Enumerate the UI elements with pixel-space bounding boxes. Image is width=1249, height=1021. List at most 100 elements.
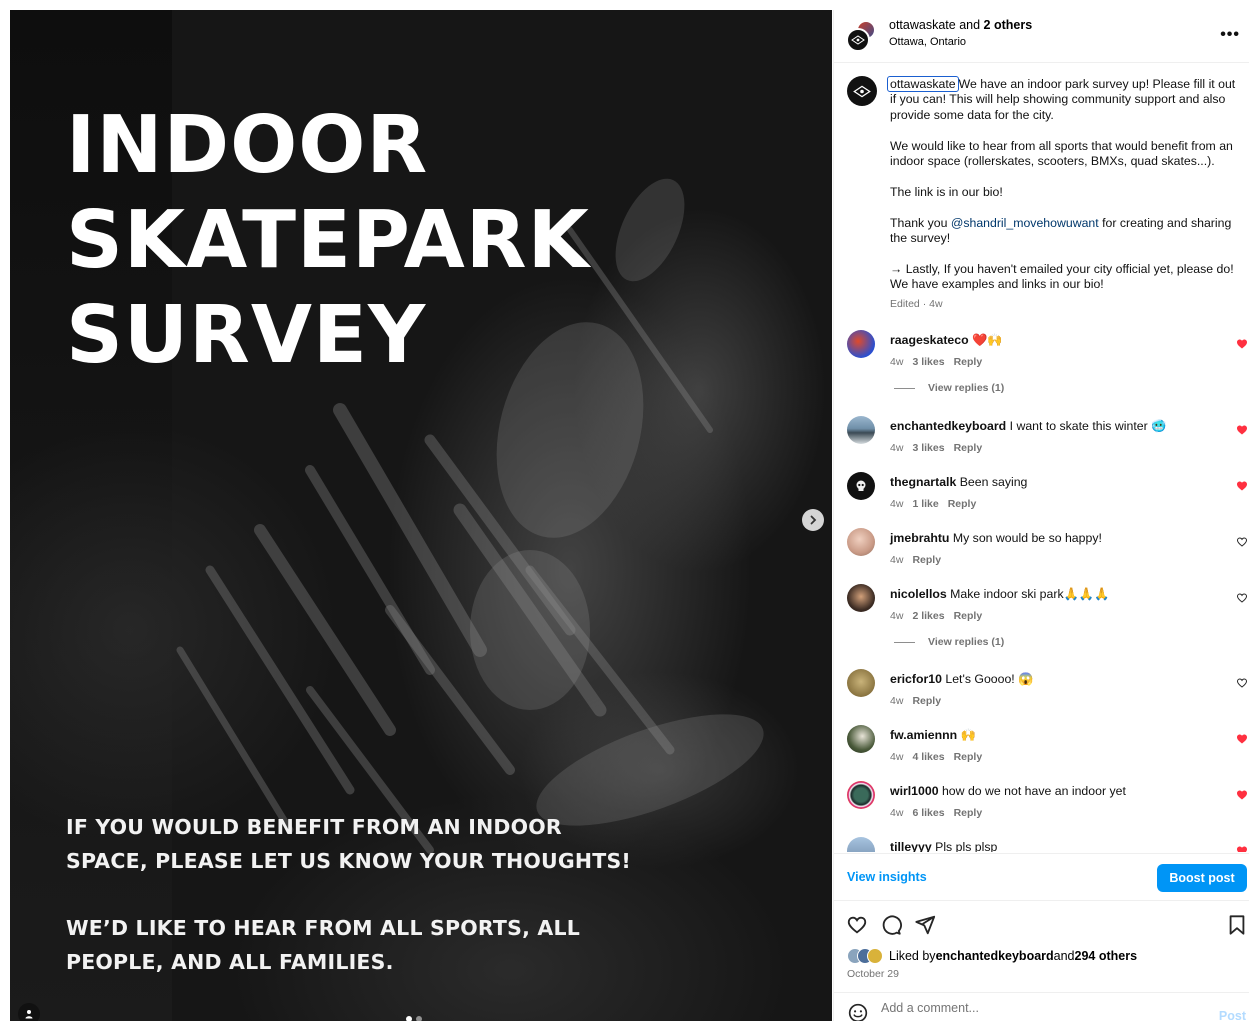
comment-likes[interactable]: 1 like <box>912 498 938 510</box>
comment-input[interactable] <box>881 1001 1181 1015</box>
avatar[interactable] <box>847 837 875 852</box>
tagged-users-button[interactable] <box>18 1003 40 1021</box>
post-comment-button[interactable]: Post <box>1219 1009 1246 1021</box>
comment-likes[interactable]: 4 likes <box>912 751 944 763</box>
comment-username[interactable]: nicolellos <box>890 587 947 601</box>
avatar[interactable] <box>847 669 875 697</box>
heart-filled-icon[interactable] <box>1236 845 1248 852</box>
add-comment-bar: Post <box>834 992 1249 1021</box>
avatar <box>867 948 883 964</box>
comment-meta: 4w Reply <box>890 554 950 566</box>
reply-button[interactable]: Reply <box>912 554 941 566</box>
avatar[interactable] <box>847 416 875 444</box>
reply-button[interactable]: Reply <box>912 695 941 707</box>
header-others[interactable]: 2 others <box>984 18 1033 32</box>
avatar[interactable] <box>847 76 877 106</box>
carousel-next-button[interactable] <box>802 509 824 531</box>
comment-meta: 4w 2 likes Reply <box>890 610 991 622</box>
emoji-smiley-icon[interactable] <box>848 1003 868 1021</box>
heart-outline-icon[interactable] <box>1236 677 1248 689</box>
user-icon <box>25 1010 33 1019</box>
reply-button[interactable]: Reply <box>954 356 983 368</box>
caption-paragraph: We would like to hear from all sports th… <box>890 138 1233 169</box>
reply-button[interactable]: Reply <box>948 498 977 510</box>
comment-bubble-icon[interactable] <box>880 914 902 936</box>
avatar[interactable] <box>847 472 875 500</box>
subtext-sports: WE’D LIKE TO HEAR FROM ALL SPORTS, ALL P… <box>66 911 580 979</box>
post-side-panel: ottawaskate and 2 others Ottawa, Ontario… <box>833 10 1249 1021</box>
comment-username[interactable]: raageskateco <box>890 333 969 347</box>
caption-username[interactable]: ottawaskate <box>887 76 959 92</box>
comment-text: fw.amiennn 🙌 <box>890 728 1220 743</box>
comment-likes[interactable]: 3 likes <box>912 442 944 454</box>
view-replies-button[interactable]: View replies (1) <box>894 382 1004 394</box>
caption-mention[interactable]: @shandril_movehowuwant <box>951 216 1099 230</box>
likes-others[interactable]: 294 others <box>1075 949 1138 963</box>
heart-filled-icon[interactable] <box>1236 424 1248 436</box>
comment-time: 4w <box>890 356 904 368</box>
comment-username[interactable]: tilleyyy <box>890 840 932 852</box>
comment-meta: 4w 3 likes Reply <box>890 442 991 454</box>
heart-outline-icon[interactable] <box>1236 592 1248 604</box>
comment-meta: 4w Reply <box>890 695 950 707</box>
comment-likes[interactable]: 3 likes <box>912 356 944 368</box>
comments-scroll-area[interactable]: ottawaskate We have an indoor park survey… <box>834 64 1249 852</box>
comment-username[interactable]: wirl1000 <box>890 784 939 798</box>
heart-filled-icon[interactable] <box>1236 733 1248 745</box>
more-options-button[interactable]: ••• <box>1220 26 1240 44</box>
comment-likes[interactable]: 6 likes <box>912 807 944 819</box>
comment-time: 4w <box>890 442 904 454</box>
view-replies-label: View replies (1) <box>928 636 1005 648</box>
carousel-dot <box>416 1016 422 1021</box>
comment-username[interactable]: enchantedkeyboard <box>890 419 1006 433</box>
avatar[interactable] <box>847 330 875 358</box>
insights-bar: View insights Boost post <box>834 853 1249 901</box>
comment-body: how do we not have an indoor yet <box>941 784 1126 798</box>
collab-avatars[interactable] <box>846 20 878 52</box>
headline-line: SKATEPARK <box>66 194 590 286</box>
heart-filled-icon[interactable] <box>1236 338 1248 350</box>
reply-button[interactable]: Reply <box>954 751 983 763</box>
comment-text: nicolellos Make indoor ski park🙏🙏🙏 <box>890 587 1220 602</box>
caption-paragraph: Thank you @shandril_movehowuwant for cre… <box>890 216 1240 247</box>
comment-username[interactable]: fw.amiennn <box>890 728 957 742</box>
comment-meta: 4w 4 likes Reply <box>890 751 991 763</box>
comment-time: 4w <box>890 610 904 622</box>
reply-button[interactable]: Reply <box>954 807 983 819</box>
likes-summary[interactable]: Liked by enchantedkeyboard and 294 other… <box>847 948 1137 964</box>
heart-filled-icon[interactable] <box>1236 789 1248 801</box>
subtext-line: PEOPLE, AND ALL FAMILIES. <box>66 950 394 974</box>
bookmark-icon[interactable] <box>1226 914 1248 936</box>
reply-button[interactable]: Reply <box>954 442 983 454</box>
avatar[interactable] <box>847 584 875 612</box>
likes-user[interactable]: enchantedkeyboard <box>936 949 1054 963</box>
share-send-icon[interactable] <box>914 914 936 936</box>
comment-username[interactable]: jmebrahtu <box>890 531 949 545</box>
header-location[interactable]: Ottawa, Ontario <box>889 36 966 48</box>
heart-outline-icon[interactable] <box>1236 536 1248 548</box>
header-username[interactable]: ottawaskate <box>889 18 956 32</box>
heart-outline-icon[interactable] <box>846 914 868 936</box>
post-image[interactable]: INDOOR SKATEPARK SURVEY IF YOU WOULD BEN… <box>10 10 832 1021</box>
subtext-line: SPACE, PLEASE LET US KNOW YOUR THOUGHTS! <box>66 849 631 873</box>
headline: INDOOR SKATEPARK SURVEY <box>66 98 590 383</box>
header-usernames[interactable]: ottawaskate and 2 others <box>889 18 1032 32</box>
caption-paragraph: → Lastly, If you haven't emailed your ci… <box>890 261 1234 292</box>
avatar[interactable] <box>847 781 875 809</box>
avatar[interactable] <box>847 725 875 753</box>
comment-text: ericfor10 Let's Goooo! 😱 <box>890 672 1220 687</box>
comment-username[interactable]: thegnartalk <box>890 475 956 489</box>
heart-filled-icon[interactable] <box>1236 480 1248 492</box>
view-replies-label: View replies (1) <box>928 382 1005 394</box>
subtext-line: IF YOU WOULD BENEFIT FROM AN INDOOR <box>66 815 562 839</box>
avatar <box>846 28 870 52</box>
avatar[interactable] <box>847 528 875 556</box>
header-and: and <box>955 18 984 32</box>
reply-button[interactable]: Reply <box>954 610 983 622</box>
view-insights-link[interactable]: View insights <box>847 870 927 884</box>
comment-likes[interactable]: 2 likes <box>912 610 944 622</box>
comment-username[interactable]: ericfor10 <box>890 672 942 686</box>
view-replies-button[interactable]: View replies (1) <box>894 636 1004 648</box>
boost-post-button[interactable]: Boost post <box>1157 864 1247 892</box>
comment-text: raageskateco ❤️🙌 <box>890 333 1220 348</box>
